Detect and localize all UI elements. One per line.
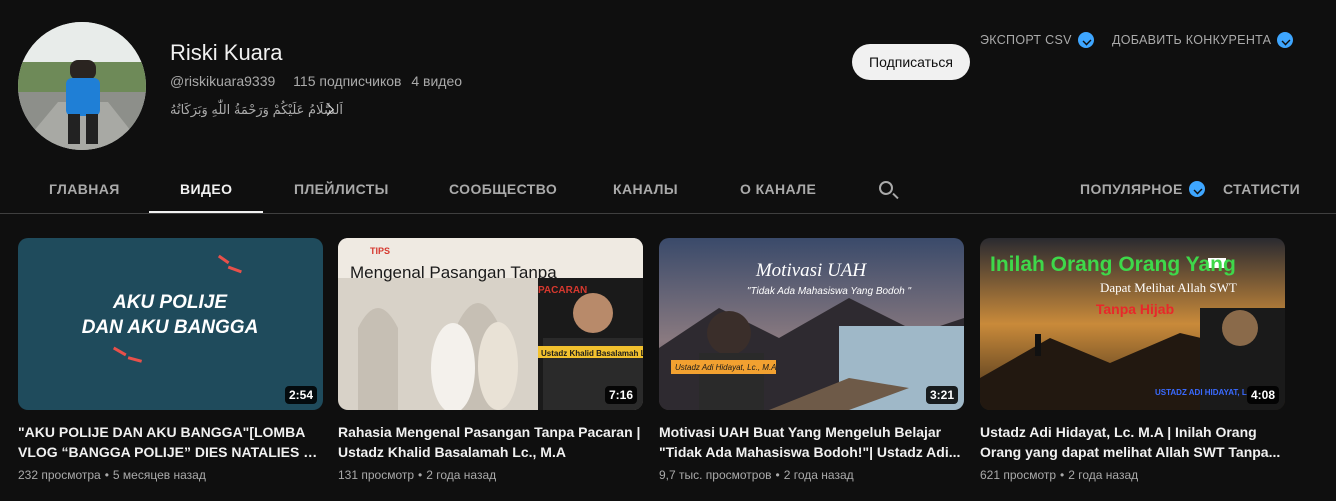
tab-stats[interactable]: СТАТИСТИ	[1223, 181, 1300, 197]
video-thumbnail[interactable]: Motivasi UAH "Tidak Ada Mahasiswa Yang B…	[659, 238, 964, 410]
video-card[interactable]: TIPS Mengenal Pasangan Tanpa PACARAN Ust…	[338, 238, 643, 482]
meta-separator: •	[104, 468, 109, 482]
thumb-text: USTADZ ADI HIDAYAT, L	[1155, 388, 1247, 397]
upload-age: 5 месяцев назад	[112, 468, 206, 482]
tabs-divider	[0, 213, 1336, 214]
extension-badge-icon	[1277, 32, 1294, 48]
view-count: 232 просмотра	[18, 468, 101, 482]
subscribe-button[interactable]: Подписаться	[852, 44, 970, 80]
tab-playlists[interactable]: ПЛЕЙЛИСТЫ	[294, 181, 389, 197]
tab-about[interactable]: О КАНАЛЕ	[740, 181, 816, 197]
tab-home[interactable]: ГЛАВНАЯ	[49, 181, 120, 197]
sort-popular-label: ПОПУЛЯРНОЕ	[1080, 181, 1183, 197]
extension-badge-icon	[1188, 181, 1205, 197]
video-title[interactable]: Rahasia Mengenal Pasangan Tanpa Pacaran …	[338, 422, 643, 462]
video-meta: 232 просмотра • 5 месяцев назад	[18, 468, 323, 482]
add-competitor-label: ДОБАВИТЬ КОНКУРЕНТА	[1112, 33, 1272, 47]
tab-channels[interactable]: КАНАЛЫ	[613, 181, 678, 197]
thumb-text: Tanpa Hijab	[1096, 301, 1174, 317]
view-count: 9,7 тыс. просмотров	[659, 468, 772, 482]
export-csv-button[interactable]: ЭКСПОРТ CSV	[980, 32, 1094, 48]
thumb-text: Ustadz Khalid Basalamah Lc., M.A	[541, 349, 643, 358]
video-thumbnail[interactable]: Inilah Orang Orang Yang Dapat Melihat Al…	[980, 238, 1285, 410]
video-duration: 4:08	[1246, 386, 1279, 404]
meta-separator: •	[1060, 468, 1065, 482]
upload-age: 2 года назад	[783, 468, 854, 482]
video-duration: 3:21	[925, 386, 958, 404]
subscriber-count: 115 подписчиков	[293, 73, 402, 89]
upload-age: 2 года назад	[426, 468, 497, 482]
video-card[interactable]: Motivasi UAH "Tidak Ada Mahasiswa Yang B…	[659, 238, 964, 482]
tab-videos[interactable]: ВИДЕО	[180, 181, 232, 197]
video-thumbnail[interactable]: AKU POLIJE DAN AKU BANGGA 2:54	[18, 238, 323, 410]
thumb-text: DAN AKU BANGGA	[82, 317, 259, 338]
thumb-text: Mengenal Pasangan Tanpa	[350, 263, 557, 282]
channel-meta: @riskikuara9339 115 подписчиков 4 видео	[170, 73, 462, 89]
video-duration: 2:54	[284, 386, 317, 404]
thumbnail-image: AKU POLIJE DAN AKU BANGGA	[18, 238, 323, 410]
upload-age: 2 года назад	[1068, 468, 1139, 482]
sort-popular-button[interactable]: ПОПУЛЯРНОЕ	[1080, 181, 1205, 197]
thumb-text: Inilah Orang Orang Yang	[990, 253, 1236, 276]
add-competitor-button[interactable]: ДОБАВИТЬ КОНКУРЕНТА	[1112, 32, 1294, 48]
video-title[interactable]: "AKU POLIJE DAN AKU BANGGA"[LOMBA VLOG “…	[18, 422, 323, 462]
channel-name: Riski Kuara	[170, 40, 283, 65]
view-count: 131 просмотр	[338, 468, 415, 482]
video-count: 4 видео	[411, 73, 463, 89]
video-meta: 9,7 тыс. просмотров • 2 года назад	[659, 468, 964, 482]
search-icon[interactable]	[879, 181, 893, 195]
video-card[interactable]: AKU POLIJE DAN AKU BANGGA 2:54 "AKU POLI…	[18, 238, 323, 482]
channel-description[interactable]: اَلسَّلَامُ عَلَيْكُمْ وَرَحْمَةُ اللّٰه…	[170, 102, 343, 118]
thumb-text: "Tidak Ada Mahasiswa Yang Bodoh "	[747, 286, 912, 297]
thumb-text: AKU POLIJE	[112, 292, 228, 313]
thumb-text: Motivasi UAH	[755, 260, 868, 281]
export-csv-label: ЭКСПОРТ CSV	[980, 33, 1072, 47]
channel-handle: @riskikuara9339	[170, 73, 276, 89]
video-card[interactable]: Inilah Orang Orang Yang Dapat Melihat Al…	[980, 238, 1285, 482]
avatar-image	[18, 22, 146, 150]
meta-separator: •	[418, 468, 423, 482]
video-duration: 7:16	[604, 386, 637, 404]
video-title[interactable]: Ustadz Adi Hidayat, Lc. M.A | Inilah Ora…	[980, 422, 1285, 462]
thumb-text: TIPS	[370, 246, 390, 256]
thumb-text: Dapat Melihat Allah SWT	[1100, 280, 1237, 295]
video-meta: 131 просмотр • 2 года назад	[338, 468, 643, 482]
thumb-text: Ustadz Adi Hidayat, Lc., M.A	[675, 363, 777, 372]
thumbnail-image: Inilah Orang Orang Yang Dapat Melihat Al…	[980, 238, 1285, 410]
thumb-text: PACARAN	[538, 285, 587, 296]
video-title[interactable]: Motivasi UAH Buat Yang Mengeluh Belajar …	[659, 422, 964, 462]
tab-community[interactable]: СООБЩЕСТВО	[449, 181, 557, 197]
meta-separator: •	[775, 468, 780, 482]
extension-badge-icon	[1077, 32, 1094, 48]
view-count: 621 просмотр	[980, 468, 1057, 482]
thumbnail-image: Motivasi UAH "Tidak Ada Mahasiswa Yang B…	[659, 238, 964, 410]
video-meta: 621 просмотр • 2 года назад	[980, 468, 1285, 482]
channel-tabs: ГЛАВНАЯ ВИДЕО ПЛЕЙЛИСТЫ СООБЩЕСТВО КАНАЛ…	[0, 165, 1336, 214]
thumbnail-image: TIPS Mengenal Pasangan Tanpa PACARAN Ust…	[338, 238, 643, 410]
video-thumbnail[interactable]: TIPS Mengenal Pasangan Tanpa PACARAN Ust…	[338, 238, 643, 410]
channel-avatar[interactable]	[18, 22, 146, 150]
